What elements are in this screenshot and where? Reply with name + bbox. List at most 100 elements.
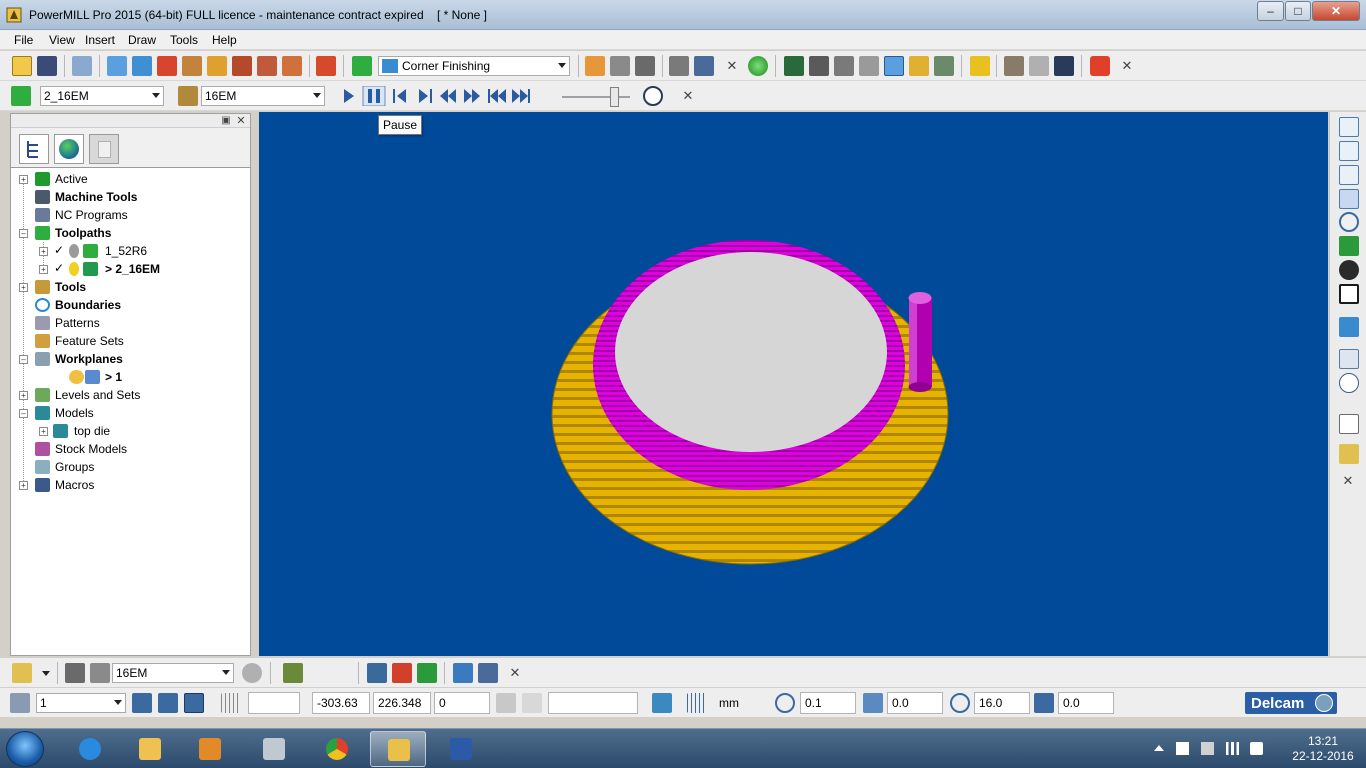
toolpath-select[interactable]: 2_16EM: [40, 86, 164, 106]
toolpath-strategies-icon[interactable]: [352, 56, 372, 76]
start-point-icon[interactable]: [182, 56, 202, 76]
workplane-edit-icon[interactable]: [158, 693, 178, 713]
zoom-box-icon[interactable]: [1339, 284, 1359, 304]
workplane-create-icon[interactable]: [132, 693, 152, 713]
block-icon[interactable]: [107, 56, 127, 76]
nc-program-icon[interactable]: [1029, 56, 1049, 76]
diameter-icon[interactable]: [950, 693, 970, 713]
diameter-field[interactable]: 16.0: [974, 692, 1030, 714]
close-icon[interactable]: ✕: [235, 113, 247, 129]
view-side-icon[interactable]: [1339, 165, 1359, 185]
menu-file[interactable]: File: [14, 33, 33, 47]
fast-forward-icon[interactable]: [464, 89, 480, 103]
tolerance-icon[interactable]: [775, 693, 795, 713]
taskbar-calculator[interactable]: [246, 731, 302, 767]
collapse-icon[interactable]: –: [19, 409, 28, 418]
view-mode-icon[interactable]: [834, 56, 854, 76]
workplane-edit-icon[interactable]: [417, 663, 437, 683]
view-mode-icon[interactable]: [809, 56, 829, 76]
toolpath-connections-icon[interactable]: [257, 56, 277, 76]
angle-field[interactable]: 0.0: [1058, 692, 1114, 714]
taskbar-word[interactable]: [433, 731, 489, 767]
expand-icon[interactable]: +: [19, 481, 28, 490]
speed-slider-thumb[interactable]: [610, 87, 619, 107]
restore-icon[interactable]: ▣: [220, 113, 232, 129]
play-icon[interactable]: [344, 89, 354, 103]
grid-field[interactable]: [248, 692, 300, 714]
workplane-transform-icon[interactable]: [184, 693, 204, 713]
collapse-icon[interactable]: –: [19, 355, 28, 364]
machine-tool-icon[interactable]: [316, 56, 336, 76]
expand-icon[interactable]: +: [19, 283, 28, 292]
collapse-icon[interactable]: –: [19, 229, 28, 238]
tree-item-tools[interactable]: + Tools: [11, 278, 250, 296]
measure-icon[interactable]: [635, 56, 655, 76]
calculator-icon[interactable]: [610, 56, 630, 76]
tree-item-toolpath-1-52r6[interactable]: + ✓ 1_52R6: [11, 242, 250, 260]
tree-item-toolpath-2-16em[interactable]: + ✓ > 2_16EM: [11, 260, 250, 278]
shading-icon[interactable]: [909, 56, 929, 76]
open-icon[interactable]: [12, 56, 32, 76]
view-mode-icon[interactable]: [859, 56, 879, 76]
start-button[interactable]: [6, 731, 44, 767]
ruler-icon[interactable]: [687, 693, 707, 713]
lightbulb-on-icon[interactable]: [69, 262, 79, 276]
chevron-down-icon[interactable]: [42, 671, 50, 676]
machine-view-icon[interactable]: [1339, 349, 1359, 369]
leads-links-icon[interactable]: [232, 56, 252, 76]
tab-globe[interactable]: [54, 134, 84, 164]
lightbulb-icon[interactable]: [69, 244, 79, 258]
tool-select[interactable]: 16EM: [201, 86, 325, 106]
grid-icon[interactable]: [221, 693, 241, 713]
create-tool-icon[interactable]: [12, 663, 32, 683]
select-cursor-icon[interactable]: [1339, 414, 1359, 434]
tree-item-macros[interactable]: + Macros: [11, 476, 250, 494]
tree-item-top-die[interactable]: + top die: [11, 422, 250, 440]
tree-item-boundaries[interactable]: Boundaries: [11, 296, 250, 314]
system-clock[interactable]: 13:21 22-12-2016: [1288, 734, 1358, 764]
pen-icon[interactable]: [453, 663, 473, 683]
tool-database-icon[interactable]: [242, 663, 262, 683]
sun-icon[interactable]: [69, 370, 84, 384]
tree-item-models[interactable]: – Models: [11, 404, 250, 422]
taskbar-powermill[interactable]: [370, 731, 426, 767]
transform-icon[interactable]: [478, 663, 498, 683]
close-icon[interactable]: ✕: [680, 88, 696, 104]
angle-icon[interactable]: [1034, 693, 1054, 713]
units-icon[interactable]: [652, 693, 672, 713]
step-forward-icon[interactable]: [419, 89, 432, 103]
action-center-flag-icon[interactable]: [1176, 742, 1189, 755]
maximize-button[interactable]: □: [1285, 1, 1311, 21]
globe-view-icon[interactable]: [1339, 373, 1359, 393]
tab-explorer-tree[interactable]: [19, 134, 49, 164]
menu-insert[interactable]: Insert: [85, 33, 115, 47]
tree-item-machine-tools[interactable]: Machine Tools: [11, 188, 250, 206]
tab-recycle[interactable]: [89, 134, 119, 164]
rapid-move-icon[interactable]: [132, 56, 152, 76]
expand-icon[interactable]: +: [19, 391, 28, 400]
expand-icon[interactable]: +: [19, 175, 28, 184]
shaded-model-icon[interactable]: [1339, 317, 1359, 337]
close-icon[interactable]: ✕: [1119, 58, 1135, 74]
expand-icon[interactable]: +: [39, 265, 48, 274]
tree-item-levels-and-sets[interactable]: + Levels and Sets: [11, 386, 250, 404]
tree-item-nc-programs[interactable]: NC Programs: [11, 206, 250, 224]
ruler-icon[interactable]: [970, 56, 990, 76]
go-to-end-icon[interactable]: [512, 89, 530, 103]
close-icon[interactable]: ✕: [1340, 473, 1356, 489]
tool-axis-icon[interactable]: [282, 56, 302, 76]
taskbar-chrome[interactable]: [309, 731, 365, 767]
print-icon[interactable]: [72, 56, 92, 76]
step-back-icon[interactable]: [393, 89, 406, 103]
tolerance-field[interactable]: 0.1: [800, 692, 856, 714]
shaded-view-icon[interactable]: [748, 56, 768, 76]
taskbar-file-explorer[interactable]: [122, 731, 178, 767]
view-mode-icon[interactable]: [884, 56, 904, 76]
top-die-model[interactable]: [551, 240, 949, 565]
save-icon[interactable]: [37, 56, 57, 76]
strategy-select[interactable]: Corner Finishing: [378, 56, 570, 76]
tree-item-groups[interactable]: Groups: [11, 458, 250, 476]
minimize-button[interactable]: –: [1257, 1, 1284, 21]
expand-icon[interactable]: +: [39, 427, 48, 436]
edit-toolpath-icon[interactable]: [669, 56, 689, 76]
